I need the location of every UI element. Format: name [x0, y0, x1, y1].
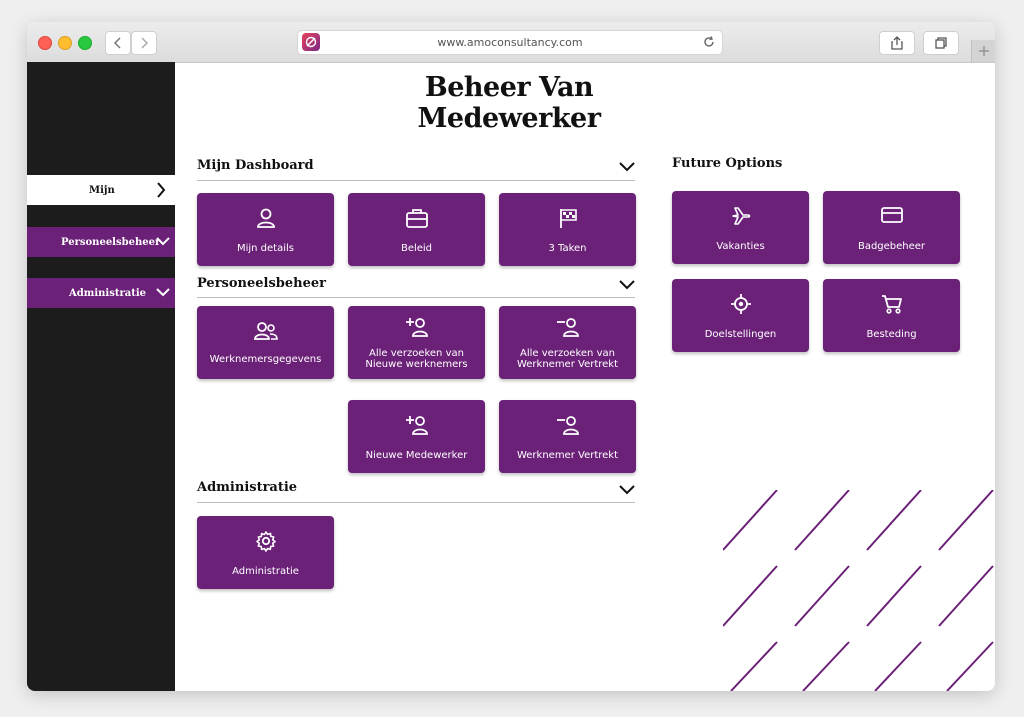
- chevron-down-icon[interactable]: [619, 280, 635, 290]
- new-tab-button[interactable]: [971, 40, 995, 62]
- card-label: Mijn details: [236, 243, 295, 254]
- chevron-down-icon: [156, 288, 170, 297]
- card-label: Vakanties: [716, 241, 765, 252]
- decorative-diagonal-lines: [723, 490, 994, 691]
- card-3-taken[interactable]: 3 Taken: [499, 193, 636, 266]
- section-divider: [197, 297, 635, 298]
- user-plus-icon: [405, 416, 428, 435]
- chevron-right-icon: [157, 182, 166, 198]
- tabs-icon: [935, 37, 947, 49]
- card-label-line1: Alle verzoeken van: [369, 348, 464, 359]
- close-window-button[interactable]: [38, 36, 52, 50]
- user-plus-icon: [405, 318, 428, 337]
- card-beleid[interactable]: Beleid: [348, 193, 485, 266]
- sidebar-item-personeelsbeheer[interactable]: Personeelsbeheer: [27, 227, 175, 257]
- card-doelstellingen[interactable]: Doelstellingen: [672, 279, 809, 352]
- maximize-window-button[interactable]: [78, 36, 92, 50]
- browser-toolbar: www.amoconsultancy.com: [27, 22, 995, 63]
- chevron-left-icon: [113, 37, 121, 49]
- plane-icon: [731, 207, 750, 225]
- card-label: Nieuwe Medewerker: [365, 450, 468, 461]
- section-divider: [197, 180, 635, 181]
- card-label: Badgebeheer: [857, 241, 926, 252]
- card-label: Beleid: [400, 243, 433, 254]
- url-text: www.amoconsultancy.com: [437, 36, 583, 49]
- user-minus-icon: [556, 416, 579, 435]
- card-werknemer-vertrekt[interactable]: Werknemer Vertrekt: [499, 400, 636, 473]
- briefcase-icon: [405, 209, 428, 228]
- gear-icon: [255, 531, 276, 552]
- browser-window: www.amoconsultancy.com Mijn Personeelsbe…: [27, 22, 995, 691]
- chevron-down-icon[interactable]: [619, 162, 635, 172]
- user-icon: [256, 208, 275, 228]
- tab-overview-button[interactable]: [923, 31, 959, 55]
- section-title-future-options: Future Options: [672, 156, 783, 171]
- card-label: Doelstellingen: [704, 329, 777, 340]
- minimize-window-button[interactable]: [58, 36, 72, 50]
- plus-icon: [979, 46, 989, 56]
- card-werknemersgegevens[interactable]: Werknemersgegevens: [197, 306, 334, 379]
- sidebar-item-label: Mijn: [89, 184, 115, 196]
- card-label-line2: Nieuwe werknemers: [365, 359, 468, 370]
- card-vakanties[interactable]: Vakanties: [672, 191, 809, 264]
- sidebar: Mijn Personeelsbeheer Administratie: [27, 62, 175, 691]
- card-label-line1: Alle verzoeken van: [520, 348, 615, 359]
- users-icon: [253, 322, 278, 340]
- card-besteding[interactable]: Besteding: [823, 279, 960, 352]
- page-title: Beheer Van Medewerker: [417, 72, 601, 134]
- card-badgebeheer[interactable]: Badgebeheer: [823, 191, 960, 264]
- section-title-administratie: Administratie: [197, 480, 298, 495]
- card-label: Administratie: [232, 566, 299, 577]
- site-favicon-icon: [302, 33, 320, 51]
- sidebar-item-administratie[interactable]: Administratie: [27, 278, 175, 308]
- card-label: Werknemersgegevens: [209, 354, 322, 365]
- chevron-down-icon[interactable]: [619, 485, 635, 495]
- reload-icon[interactable]: [702, 35, 716, 49]
- section-title-personeelsbeheer: Personeelsbeheer: [197, 276, 326, 291]
- flag-icon: [559, 209, 577, 228]
- card-label: 3 Taken: [548, 243, 587, 254]
- card-label: Werknemer Vertrekt: [516, 450, 619, 461]
- credit-card-icon: [880, 207, 903, 223]
- main-content: Beheer Van Medewerker Mijn Dashboard Mij…: [175, 62, 995, 691]
- user-minus-icon: [556, 318, 579, 337]
- address-bar[interactable]: www.amoconsultancy.com: [297, 30, 723, 55]
- share-button[interactable]: [879, 31, 915, 55]
- card-administratie[interactable]: Administratie: [197, 516, 334, 589]
- card-alle-verzoeken-nieuwe-werknemers[interactable]: Alle verzoeken van Nieuwe werknemers: [348, 306, 485, 379]
- section-title-dashboard: Mijn Dashboard: [197, 158, 314, 173]
- back-button[interactable]: [105, 31, 131, 55]
- card-label-line2: Werknemer Vertrekt: [516, 359, 619, 370]
- share-icon: [891, 36, 903, 50]
- card-mijn-details[interactable]: Mijn details: [197, 193, 334, 266]
- target-icon: [730, 294, 751, 314]
- sidebar-item-mijn[interactable]: Mijn: [27, 175, 175, 205]
- forward-button[interactable]: [131, 31, 157, 55]
- cart-icon: [881, 295, 902, 314]
- card-nieuwe-medewerker[interactable]: Nieuwe Medewerker: [348, 400, 485, 473]
- card-label: Besteding: [866, 329, 917, 340]
- chevron-down-icon: [156, 237, 170, 246]
- card-alle-verzoeken-werknemer-vertrekt[interactable]: Alle verzoeken van Werknemer Vertrekt: [499, 306, 636, 379]
- chevron-right-icon: [141, 37, 149, 49]
- section-divider: [197, 502, 635, 503]
